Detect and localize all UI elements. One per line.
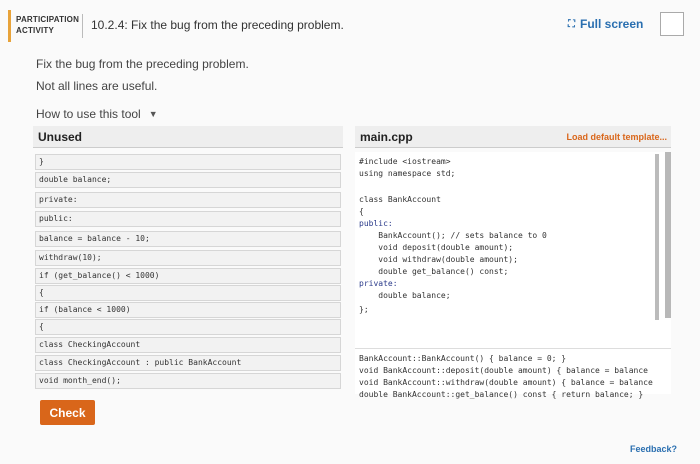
activity-type-line2: ACTIVITY xyxy=(16,26,55,35)
feedback-link[interactable]: Feedback? xyxy=(630,444,677,454)
code-line[interactable]: void withdraw(double amount); xyxy=(359,254,518,266)
how-to-toggle[interactable]: How to use this tool ▼ xyxy=(36,107,158,121)
main-cpp-heading: main.cpp Load default template... xyxy=(355,126,671,148)
unused-line[interactable]: balance = balance - 10; xyxy=(35,231,341,247)
main-cpp-panel: main.cpp Load default template... #inclu… xyxy=(355,126,671,399)
fullscreen-label: Full screen xyxy=(580,17,644,31)
unused-heading: Unused xyxy=(33,126,343,148)
code-line[interactable]: double balance; xyxy=(359,290,450,302)
activity-accent-bar xyxy=(8,10,11,42)
unused-line[interactable]: } xyxy=(35,154,341,170)
code-line[interactable]: #include <iostream> xyxy=(359,156,451,168)
check-button[interactable]: Check xyxy=(40,400,95,425)
implementation-code-area[interactable]: BankAccount::BankAccount() { balance = 0… xyxy=(355,348,671,400)
instruction-line-2: Not all lines are useful. xyxy=(36,79,158,93)
unused-line[interactable]: if (get_balance() < 1000) xyxy=(35,268,341,284)
activity-title: 10.2.4: Fix the bug from the preceding p… xyxy=(91,18,344,32)
unused-line[interactable]: public: xyxy=(35,211,341,227)
code-line[interactable]: double BankAccount::get_balance() const … xyxy=(359,389,643,400)
code-line[interactable]: BankAccount::BankAccount() { balance = 0… xyxy=(359,353,566,365)
unused-line[interactable]: private: xyxy=(35,192,341,208)
activity-type-label: PARTICIPATION ACTIVITY xyxy=(16,14,79,36)
fullscreen-icon: ⛶ xyxy=(568,18,575,30)
code-line[interactable]: private: xyxy=(359,278,398,290)
code-line[interactable]: void BankAccount::withdraw(double amount… xyxy=(359,377,653,389)
title-divider xyxy=(82,14,83,38)
code-line[interactable]: { xyxy=(359,206,364,218)
activity-header: PARTICIPATION ACTIVITY 10.2.4: Fix the b… xyxy=(0,0,700,46)
chevron-down-icon: ▼ xyxy=(148,109,158,119)
code-line[interactable]: double get_balance() const; xyxy=(359,266,508,278)
editor-scrollbar-thumb[interactable] xyxy=(665,152,671,318)
editor-scrollbar[interactable] xyxy=(665,152,671,318)
code-line[interactable]: }; xyxy=(359,304,369,316)
unused-line[interactable]: double balance; xyxy=(35,172,341,188)
unused-line[interactable]: class CheckingAccount xyxy=(35,337,341,353)
fullscreen-button[interactable]: ⛶ Full screen xyxy=(568,17,643,31)
unused-line[interactable]: void month_end(); xyxy=(35,373,341,389)
code-line[interactable]: using namespace std; xyxy=(359,168,455,180)
main-code-area[interactable]: #include <iostream> using namespace std;… xyxy=(359,154,659,320)
unused-panel: Unused } double balance; private: public… xyxy=(33,126,343,394)
activity-type-line1: PARTICIPATION xyxy=(16,15,80,24)
code-line[interactable]: void deposit(double amount); xyxy=(359,242,513,254)
main-cpp-filename: main.cpp xyxy=(360,129,413,144)
how-to-label: How to use this tool xyxy=(36,107,141,121)
unused-line[interactable]: class CheckingAccount : public BankAccou… xyxy=(35,355,341,371)
completion-checkbox xyxy=(660,12,684,36)
load-default-template-link[interactable]: Load default template... xyxy=(566,132,667,142)
code-line[interactable]: class BankAccount xyxy=(359,194,441,206)
unused-line[interactable]: { xyxy=(35,285,341,301)
unused-line[interactable]: if (balance < 1000) xyxy=(35,302,341,318)
unused-line[interactable]: { xyxy=(35,319,341,335)
code-line[interactable]: public: xyxy=(359,218,393,230)
code-editor[interactable]: #include <iostream> using namespace std;… xyxy=(355,152,671,399)
code-line[interactable]: void BankAccount::deposit(double amount)… xyxy=(359,365,648,377)
unused-line[interactable]: withdraw(10); xyxy=(35,250,341,266)
code-line[interactable]: BankAccount(); // sets balance to 0 xyxy=(359,230,547,242)
instruction-line-1: Fix the bug from the preceding problem. xyxy=(36,57,249,71)
